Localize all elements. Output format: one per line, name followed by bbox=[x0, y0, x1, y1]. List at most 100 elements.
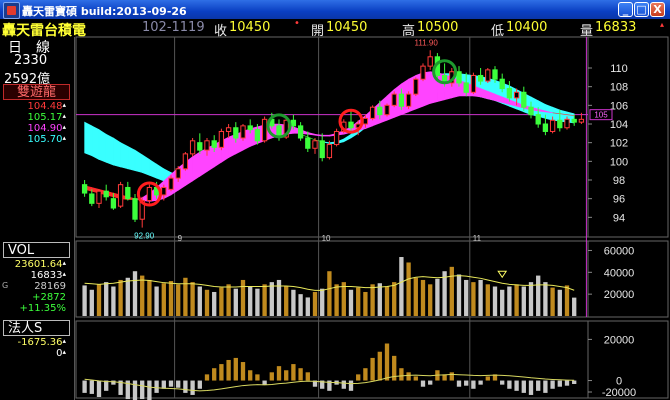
volume-bar bbox=[176, 284, 181, 316]
volume-bar bbox=[500, 289, 505, 316]
institutional-bar bbox=[406, 372, 411, 381]
institutional-bar bbox=[550, 380, 555, 389]
volume-bar bbox=[442, 271, 447, 316]
institutional-bar bbox=[363, 368, 368, 381]
candle-body bbox=[557, 119, 563, 129]
volume-bar bbox=[298, 294, 303, 316]
institutional-bar bbox=[96, 380, 102, 397]
volume-bar bbox=[348, 289, 354, 316]
volume-bar bbox=[233, 288, 238, 316]
volume-bar bbox=[363, 291, 368, 316]
volume-bar bbox=[420, 279, 426, 316]
institutional-bar bbox=[161, 380, 166, 389]
volume-bar bbox=[428, 284, 433, 316]
institutional-bar bbox=[276, 366, 282, 381]
institutional-bar bbox=[572, 380, 577, 384]
y-tick-label: 96 bbox=[613, 194, 625, 206]
candle-body bbox=[528, 106, 534, 116]
month-label: 10 bbox=[322, 234, 331, 243]
ribbon-segment bbox=[321, 134, 330, 137]
institutional-bar bbox=[449, 372, 454, 381]
volume-marker-icon bbox=[497, 270, 508, 279]
ribbon-segment bbox=[98, 129, 107, 163]
candle-body bbox=[312, 140, 318, 149]
volume-bar bbox=[384, 286, 390, 316]
institutional-bar bbox=[514, 380, 519, 391]
volume-bar bbox=[399, 257, 404, 316]
volume-bar bbox=[406, 262, 411, 316]
volume-bar bbox=[536, 275, 541, 316]
candle-body bbox=[204, 140, 210, 151]
volume-bar bbox=[464, 279, 469, 316]
candle-body bbox=[189, 140, 196, 155]
institutional-bar bbox=[176, 380, 181, 388]
candle-body bbox=[89, 193, 95, 204]
institutional-bar bbox=[341, 380, 346, 389]
candle-body bbox=[81, 184, 88, 194]
volume-bar bbox=[377, 283, 382, 316]
volume-bar bbox=[564, 285, 570, 316]
volume-bar bbox=[341, 282, 346, 316]
institutional-bar bbox=[399, 368, 404, 381]
ribbon-segment bbox=[134, 149, 143, 173]
ribbon-segment bbox=[127, 145, 136, 172]
volume-bar bbox=[154, 286, 159, 316]
volume-bar bbox=[190, 282, 195, 316]
y-tick-label: 0 bbox=[616, 376, 622, 388]
volume-bar bbox=[485, 284, 490, 316]
volume-bar bbox=[449, 266, 454, 316]
candle-body bbox=[535, 114, 541, 125]
ribbon-segment bbox=[141, 154, 150, 176]
candle-body bbox=[499, 78, 505, 90]
candle-body bbox=[571, 118, 577, 123]
ribbon-segment bbox=[552, 106, 561, 122]
candle-body bbox=[319, 140, 325, 159]
institutional-bar bbox=[82, 380, 87, 393]
volume-bar bbox=[312, 291, 318, 316]
price-tag-label: 105 bbox=[594, 111, 608, 120]
candle-body bbox=[470, 74, 477, 93]
candle-body bbox=[168, 177, 174, 190]
candle-body bbox=[427, 56, 433, 67]
ribbon-segment bbox=[105, 133, 114, 166]
candle-body bbox=[96, 190, 102, 204]
month-label: 9 bbox=[178, 234, 183, 243]
volume-bar bbox=[305, 297, 310, 316]
institutional-bar bbox=[154, 380, 159, 393]
candle-body bbox=[182, 153, 189, 170]
institutional-bar bbox=[464, 380, 469, 386]
institutional-bar bbox=[269, 372, 274, 381]
institutional-bar bbox=[284, 370, 289, 381]
volume-bar bbox=[125, 277, 130, 316]
y-tick-label: 98 bbox=[613, 175, 625, 187]
volume-bar bbox=[161, 283, 166, 316]
candle-body bbox=[305, 137, 311, 149]
volume-bar bbox=[82, 285, 87, 316]
institutional-bar bbox=[255, 374, 260, 381]
institutional-bar bbox=[420, 380, 426, 387]
low-annotation: 92.90 bbox=[134, 232, 155, 241]
candle-body bbox=[456, 71, 462, 84]
y-tick-label: 108 bbox=[610, 82, 628, 94]
stock-chart[interactable]: 9 10 11 94 96 98 100 102 104 106 108 110 105 111.90 92… bbox=[0, 0, 670, 400]
volume-bar bbox=[356, 287, 361, 316]
candle-body bbox=[506, 88, 513, 99]
institutional-bar bbox=[528, 380, 534, 395]
institutional-bar bbox=[348, 380, 354, 391]
candle-body bbox=[521, 91, 527, 108]
candle-body bbox=[405, 93, 412, 107]
volume-bar bbox=[471, 282, 476, 316]
institutional-bar bbox=[485, 376, 490, 381]
candle-body bbox=[326, 144, 333, 159]
candle-body bbox=[362, 117, 369, 125]
volume-bar bbox=[320, 288, 325, 316]
volume-bar bbox=[557, 289, 562, 316]
institutional-bar bbox=[557, 380, 562, 387]
ribbon-segment bbox=[91, 125, 100, 160]
volume-bar bbox=[118, 279, 123, 316]
candle-body bbox=[369, 106, 376, 119]
panel-frame bbox=[75, 36, 669, 238]
volume-bar bbox=[456, 274, 462, 316]
y-tick-label: 102 bbox=[610, 138, 628, 150]
y-tick-label: -20000 bbox=[602, 387, 636, 399]
